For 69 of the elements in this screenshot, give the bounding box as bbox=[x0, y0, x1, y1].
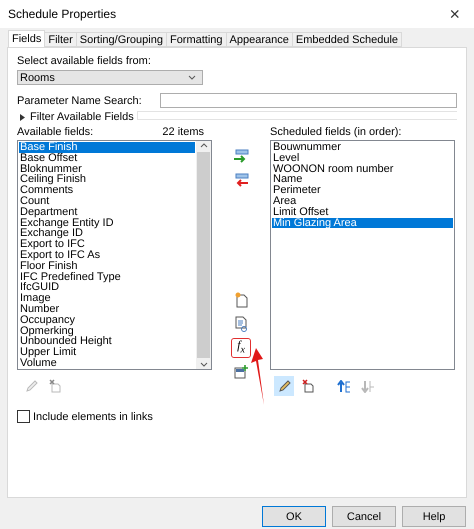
list-item[interactable]: Occupancy bbox=[19, 314, 195, 326]
dialog-button[interactable]: Cancel bbox=[332, 506, 396, 527]
include-links-checkbox[interactable]: Include elements in links bbox=[17, 410, 457, 423]
list-item[interactable]: Perimeter bbox=[272, 185, 453, 196]
list-item[interactable]: Volume bbox=[19, 358, 195, 369]
close-button[interactable]: × bbox=[443, 4, 466, 24]
move-down-icon bbox=[361, 380, 375, 392]
tab[interactable]: Appearance bbox=[226, 32, 293, 47]
list-item[interactable]: Exchange ID bbox=[19, 228, 195, 240]
pencil-icon bbox=[24, 380, 38, 392]
list-item[interactable]: Name bbox=[272, 174, 453, 186]
tab[interactable]: Formatting bbox=[166, 32, 227, 47]
list-item[interactable]: IfcGUID bbox=[19, 282, 195, 294]
list-item[interactable]: Comments bbox=[19, 185, 195, 196]
tab[interactable]: Filter bbox=[44, 32, 77, 47]
list-item[interactable]: Level bbox=[272, 152, 453, 164]
list-item[interactable]: Opmerking bbox=[19, 326, 195, 336]
list-item[interactable]: Image bbox=[19, 293, 195, 304]
pencil-icon bbox=[278, 380, 290, 392]
dialog-button[interactable]: Help bbox=[402, 506, 466, 527]
delete-icon bbox=[48, 379, 62, 393]
scroll-up-icon[interactable] bbox=[200, 143, 208, 148]
list-item[interactable]: Base Finish bbox=[19, 142, 195, 153]
expand-triangle-icon bbox=[19, 114, 25, 120]
scrollbar[interactable] bbox=[196, 141, 211, 369]
list-heading: Available fields: bbox=[17, 126, 94, 138]
list-item[interactable]: Bouwnummer bbox=[272, 142, 453, 153]
list-item[interactable]: Bloknummer bbox=[19, 164, 195, 174]
remove-field-icon bbox=[233, 173, 249, 187]
list-item[interactable]: Exchange Entity ID bbox=[19, 218, 195, 228]
list-item[interactable]: Limit Offset bbox=[272, 206, 453, 218]
move-up-icon bbox=[337, 380, 351, 392]
checkbox-label: Include elements in links bbox=[33, 410, 153, 422]
list-item[interactable]: Export to IFC bbox=[19, 239, 195, 250]
filter-expander[interactable]: Filter Available Fields bbox=[17, 111, 134, 123]
source-dropdown[interactable]: Rooms bbox=[17, 70, 203, 85]
document-edit-icon bbox=[234, 316, 248, 332]
list-heading: Scheduled fields (in order): bbox=[270, 126, 402, 138]
list-item[interactable]: Export to IFC As bbox=[19, 250, 195, 261]
tab[interactable]: Sorting/Grouping bbox=[76, 32, 167, 47]
formula-button[interactable]: f$_{x}$ bbox=[231, 338, 251, 358]
list-item[interactable]: Min Glazing Area bbox=[272, 218, 453, 228]
new-document-icon bbox=[234, 292, 248, 308]
edit-button[interactable] bbox=[274, 376, 294, 396]
dialog-button[interactable]: OK bbox=[262, 506, 326, 527]
tab[interactable]: Fields bbox=[8, 30, 46, 47]
list-item[interactable]: WOONON room number bbox=[272, 164, 453, 174]
list-item[interactable]: IFC Predefined Type bbox=[19, 272, 195, 282]
list-item[interactable]: Upper Limit bbox=[19, 347, 195, 358]
item-count: 22 items bbox=[162, 126, 204, 138]
add-field-icon bbox=[233, 149, 249, 163]
list-item[interactable]: Floor Finish bbox=[19, 260, 195, 272]
list-item[interactable]: Base Offset bbox=[19, 152, 195, 164]
tab[interactable]: Embedded Schedule bbox=[292, 32, 402, 47]
field-label: Select available fields from: bbox=[17, 55, 152, 67]
search-field[interactable] bbox=[160, 93, 457, 108]
list-item[interactable]: Count bbox=[19, 196, 195, 207]
list-item[interactable]: Department bbox=[19, 206, 195, 218]
field-label: Parameter Name Search: bbox=[17, 94, 142, 106]
checkbox[interactable] bbox=[17, 410, 30, 423]
list-item[interactable]: Number bbox=[19, 304, 195, 315]
delete-icon bbox=[302, 379, 314, 393]
list-item[interactable]: Area bbox=[272, 196, 453, 207]
scroll-down-icon[interactable] bbox=[200, 362, 208, 367]
table-add-icon bbox=[234, 365, 248, 379]
list-item[interactable]: Ceiling Finish bbox=[19, 174, 195, 186]
chevron-down-icon bbox=[188, 75, 196, 80]
list-item[interactable]: Unbounded Height bbox=[19, 336, 195, 348]
window-title: Schedule Properties bbox=[8, 7, 116, 21]
